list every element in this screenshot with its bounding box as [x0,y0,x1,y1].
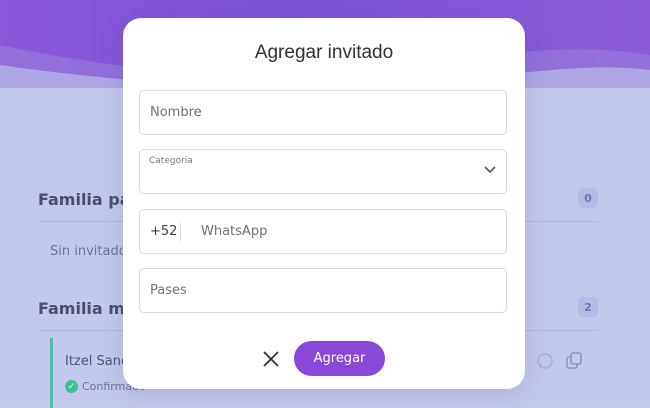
section-count-badge: 2 [578,297,598,317]
add-button[interactable]: Agregar [294,341,385,376]
close-icon[interactable] [260,348,282,370]
category-select[interactable]: Categoria [139,149,507,194]
name-field[interactable]: Nombre [139,90,507,135]
prefix-divider [180,222,181,242]
passes-field[interactable]: Pases [139,268,507,313]
empty-guests-text: Sin invitado [50,244,127,259]
chevron-down-icon [484,166,496,174]
section-title-familia-ma: Familia ma [38,299,136,318]
passes-placeholder: Pases [150,283,187,298]
check-icon: ✓ [65,380,78,393]
add-guest-modal: Agregar invitado Nombre Categoria +52 Wh… [123,18,525,389]
section-title-familia-pa: Familia pa [38,190,131,209]
modal-title: Agregar invitado [254,42,394,63]
phone-prefix: +52 [150,224,178,239]
whatsapp-placeholder: WhatsApp [201,224,268,239]
whatsapp-field[interactable]: +52 WhatsApp [139,209,507,254]
guest-name: Itzel Sanc [65,354,129,369]
name-placeholder: Nombre [150,105,202,120]
whatsapp-icon[interactable] [536,352,554,370]
section-count-badge: 0 [578,188,598,208]
copy-icon[interactable] [565,352,583,370]
category-label: Categoria [149,156,193,166]
